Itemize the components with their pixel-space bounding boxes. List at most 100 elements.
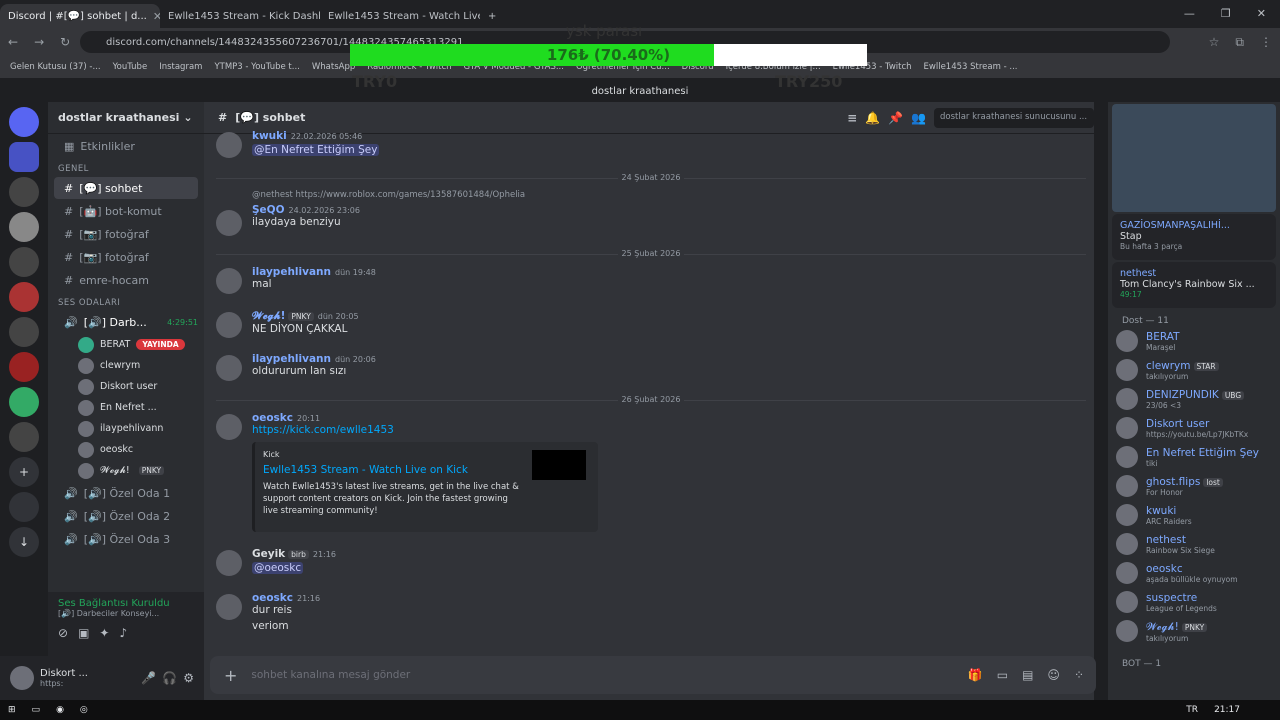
emoji-icon[interactable]: ☺ [1047,668,1060,682]
activity-card[interactable]: GAZİOSMANPAŞALIHİ... Stap Bu hafta 3 parça [1112,214,1276,260]
avatar[interactable] [216,550,242,576]
bookmark[interactable]: YouTube [113,62,148,72]
plus-icon[interactable]: + [224,666,237,685]
voice-status[interactable]: Ses Bağlantısı Kuruldu [58,598,194,609]
avatar[interactable] [216,355,242,381]
server-header[interactable]: dostlar kraathanesi ⌄ [48,102,204,134]
member-item[interactable]: nethest Rainbow Six Siege [1108,529,1280,558]
voice-user[interactable]: 𝓦𝓮𝓰𝓱! PNKY [48,460,204,481]
voice-channel-darbeciler[interactable]: 🔊 [🔊] Darb... 4:29:51 [54,311,198,333]
gear-icon[interactable]: ⚙ [183,671,194,685]
extensions-icon[interactable]: ⧉ [1235,35,1244,50]
server-icon[interactable] [9,317,39,347]
message-author[interactable]: ilaypehlivann [252,266,331,278]
avatar[interactable] [216,132,242,158]
back-icon[interactable]: ← [8,35,18,49]
bookmark[interactable]: Ewlle1453 Stream - ... [924,62,1018,72]
category-voice[interactable]: SES ODALARI [48,292,204,310]
channel-sohbet[interactable]: # [💬] sohbet [54,177,198,199]
avatar[interactable] [216,312,242,338]
bookmark[interactable]: Instagram [159,62,202,72]
stream-preview[interactable] [1112,104,1276,212]
dm-icon[interactable] [9,142,39,172]
message-link[interactable]: https://kick.com/ewlle1453 [252,424,598,436]
voice-user[interactable]: En Nefret ... [48,397,204,418]
microphone-icon[interactable]: 🎤 [141,671,156,685]
gif-icon[interactable]: ▭ [997,668,1008,682]
app-icon[interactable]: ◎ [80,705,88,715]
message-author[interactable]: oeoskc [252,412,293,424]
voice-user[interactable]: clewrym [48,355,204,376]
message-author[interactable]: 𝓦𝓮𝓰𝓱! [252,310,285,322]
language-indicator[interactable]: TR [1186,705,1198,715]
forward-icon[interactable]: → [34,35,44,49]
server-icon[interactable] [9,177,39,207]
new-tab-button[interactable]: + [480,4,510,28]
avatar[interactable] [216,414,242,440]
message-author[interactable]: ilaypehlivann [252,353,331,365]
member-item[interactable]: oeoskc aşada büllükle oynuyom [1108,558,1280,587]
pin-icon[interactable]: 📌 [888,111,903,125]
sticker-icon[interactable]: ▤ [1022,668,1033,682]
voice-channel-ozel-oda-3[interactable]: 🔊 [🔊] Özel Oda 3 [54,528,198,550]
chrome-icon[interactable]: ◉ [56,705,64,715]
channel-fotograf[interactable]: # [📷] fotoğraf [54,223,198,245]
tab-discord[interactable]: Discord | #[💬] sohbet | d... ✕ [0,4,160,28]
server-icon[interactable] [9,282,39,312]
bell-icon[interactable]: 🔔 [865,111,880,125]
camera-off-icon[interactable]: ⊘ [58,626,68,640]
menu-icon[interactable]: ⋮ [1260,35,1272,49]
windows-start-icon[interactable]: ⊞ [8,705,16,715]
voice-channel-ozel-oda-2[interactable]: 🔊 [🔊] Özel Oda 2 [54,505,198,527]
activities-icon[interactable]: ✦ [99,626,109,640]
close-icon[interactable]: ✕ [153,10,160,23]
apps-icon[interactable]: ⁘ [1074,668,1084,682]
reply-preview[interactable]: @nethest https://www.roblox.com/games/13… [252,190,525,200]
clock[interactable]: 21:17 [1214,705,1240,715]
member-item[interactable]: Diskort user https://youtu.be/Lp7JKbTKx [1108,413,1280,442]
download-icon[interactable]: ↓ [9,527,39,557]
member-item[interactable]: clewrym STAR takılıyorum [1108,355,1280,384]
members-icon[interactable]: 👥 [911,111,926,125]
voice-user[interactable]: Diskort user [48,376,204,397]
avatar[interactable] [216,268,242,294]
headphones-icon[interactable]: 🎧 [162,671,177,685]
soundboard-icon[interactable]: ♪ [119,626,127,640]
message-author[interactable]: Geyik [252,548,285,560]
maximize-icon[interactable]: ❐ [1221,7,1231,20]
mention[interactable]: @oeoskc [252,562,304,574]
gift-icon[interactable]: 🎁 [968,668,983,682]
channel-bot-komut[interactable]: # [🤖] bot-komut [54,200,198,222]
tab-kick-dashboard[interactable]: Ewlle1453 Stream - Kick Dashb...✕ [160,4,320,28]
bookmark[interactable]: WhatsApp [312,62,355,72]
channel-emre-hocam[interactable]: # emre-hocam [54,269,198,291]
message-author[interactable]: oeoskc [252,592,293,604]
avatar[interactable] [10,666,34,690]
reload-icon[interactable]: ↻ [60,35,70,49]
member-item[interactable]: En Nefret Ettiğim Şey tiki [1108,442,1280,471]
voice-user[interactable]: oeoskc [48,439,204,460]
embed-thumbnail[interactable] [532,450,586,480]
channel-fotograf-2[interactable]: # [📷] fotoğraf [54,246,198,268]
bookmark[interactable]: Gelen Kutusu (37) -... [10,62,101,72]
explore-icon[interactable] [9,492,39,522]
bookmark-star-icon[interactable]: ☆ [1209,35,1220,49]
voice-user[interactable]: BERAT YAYINDA [48,334,204,355]
minimize-icon[interactable]: — [1184,7,1195,20]
member-item[interactable]: kwuki ARC Raiders [1108,500,1280,529]
avatar[interactable] [216,594,242,620]
search-input[interactable]: dostlar kraathanesi sunucusunu ... [934,107,1094,128]
member-item[interactable]: suspectre League of Legends [1108,587,1280,616]
member-item[interactable]: ghost.flips lost For Honor [1108,471,1280,500]
discord-home-icon[interactable] [9,107,39,137]
avatar[interactable] [216,210,242,236]
category-general[interactable]: GENEL [48,158,204,176]
member-item[interactable]: DENIZPUNDIK UBG 23/06 <3 [1108,384,1280,413]
voice-user[interactable]: ilaypehlivann [48,418,204,439]
close-window-icon[interactable]: ✕ [1257,7,1266,20]
screen-share-icon[interactable]: ▣ [78,626,89,640]
mention[interactable]: @En Nefret Ettiğim Şey [252,144,380,156]
bookmark[interactable]: YTMP3 - YouTube t... [214,62,299,72]
server-icon[interactable] [9,212,39,242]
server-icon[interactable] [9,422,39,452]
